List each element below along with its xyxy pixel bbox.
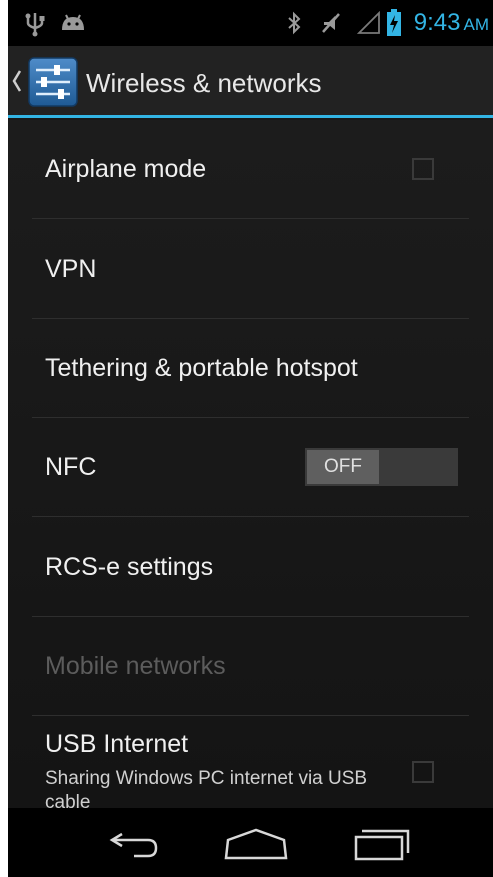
bluetooth-icon (288, 11, 301, 35)
action-bar: Wireless & networks (8, 46, 493, 118)
page-title: Wireless & networks (86, 68, 322, 98)
airplane-mode-checkbox[interactable] (412, 158, 434, 180)
list-item-vpn[interactable]: VPN (8, 220, 493, 319)
list-item-tethering[interactable]: Tethering & portable hotspot (8, 319, 493, 418)
nfc-label: NFC (45, 453, 97, 481)
usb-internet-summary: Sharing Windows PC internet via USB cabl… (45, 768, 368, 808)
action-bar-divider (8, 115, 493, 118)
usb-icon (25, 13, 45, 37)
divider (32, 516, 469, 517)
signal-icon (357, 11, 380, 34)
status-ampm: AM (463, 15, 490, 34)
muted-icon (322, 13, 340, 33)
list-item-rcs-settings[interactable]: RCS-e settings (8, 518, 493, 617)
divider (32, 218, 469, 219)
list-item-airplane-mode[interactable]: Airplane mode (8, 120, 493, 219)
vpn-label: VPN (45, 255, 97, 283)
android-screen: 9:43 AM Wireless & networks Airplane mod… (8, 0, 493, 877)
mobile-networks-label: Mobile networks (45, 652, 226, 680)
airplane-mode-label: Airplane mode (45, 155, 207, 183)
settings-sliders-icon[interactable] (27, 56, 79, 108)
back-icon[interactable] (100, 822, 180, 864)
list-item-mobile-networks: Mobile networks (8, 617, 493, 716)
usb-internet-label: USB Internet (45, 730, 189, 758)
recents-icon[interactable] (344, 822, 424, 864)
status-bar: 9:43 AM (8, 0, 493, 46)
tethering-label: Tethering & portable hotspot (45, 354, 358, 382)
nfc-toggle[interactable]: OFF (305, 448, 458, 486)
up-caret-icon[interactable] (11, 68, 23, 94)
usb-internet-checkbox[interactable] (412, 761, 434, 783)
navigation-bar (8, 808, 493, 877)
rcs-settings-label: RCS-e settings (45, 553, 214, 581)
divider (32, 715, 469, 716)
android-debug-icon (62, 14, 84, 30)
list-item-usb-internet[interactable]: USB Internet Sharing Windows PC internet… (8, 717, 493, 808)
home-icon[interactable] (216, 822, 296, 864)
status-clock: 9:43 AM (414, 10, 489, 38)
settings-list: Airplane mode VPN Tethering & portable h… (8, 120, 493, 808)
status-time: 9:43 (413, 9, 461, 36)
nfc-toggle-state: OFF (307, 450, 379, 484)
list-item-nfc[interactable]: NFC OFF (8, 418, 493, 517)
battery-charging-icon (387, 9, 401, 36)
